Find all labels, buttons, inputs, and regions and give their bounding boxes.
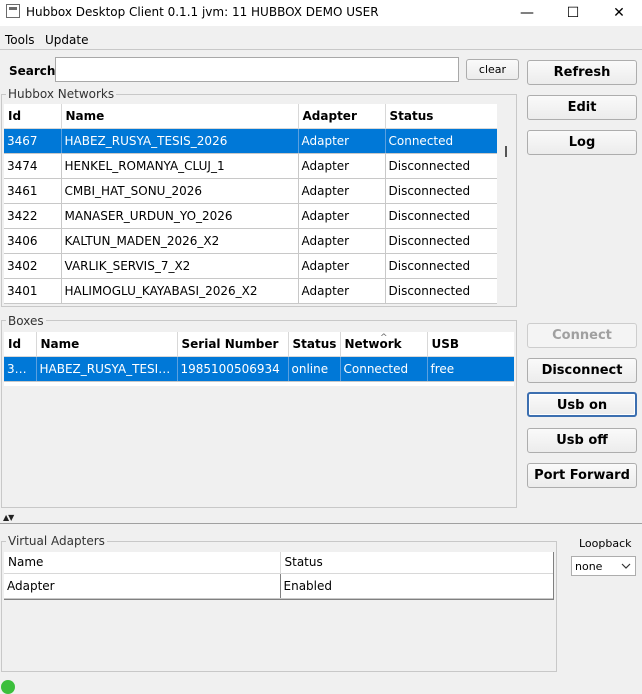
column-header-name[interactable]: Name <box>36 332 178 357</box>
column-header-id[interactable]: Id <box>4 104 62 129</box>
splitter-arrows-icon[interactable]: ▲▼ <box>3 513 14 522</box>
network-adapter: Adapter <box>298 178 386 204</box>
network-name: KALTUN_MADEN_2026_X2 <box>61 228 299 254</box>
network-adapter: Adapter <box>298 128 386 154</box>
loopback-selected-value: none <box>575 560 603 573</box>
network-name: HALIMOGLU_KAYABASI_2026_X2 <box>61 278 299 304</box>
network-id: 3406 <box>4 228 62 254</box>
column-header-status[interactable]: Status <box>280 552 553 574</box>
clear-button[interactable]: clear <box>466 59 519 80</box>
network-id: 3467 <box>4 128 62 154</box>
port-forward-button[interactable]: Port Forward <box>527 463 637 488</box>
network-status: Disconnected <box>385 253 497 279</box>
log-button[interactable]: Log <box>527 130 637 155</box>
menu-update[interactable]: Update <box>45 33 88 47</box>
network-status: Disconnected <box>385 228 497 254</box>
network-id: 3422 <box>4 203 62 229</box>
edit-button[interactable]: Edit <box>527 95 637 120</box>
virtual-adapters-group-title: Virtual Adapters <box>6 534 107 548</box>
boxes-group-title: Boxes <box>6 314 46 328</box>
menu-tools[interactable]: Tools <box>5 33 35 47</box>
network-adapter: Adapter <box>298 228 386 254</box>
table-row[interactable]: 3474 HENKEL_ROMANYA_CLUJ_1 Adapter Disco… <box>4 153 497 179</box>
app-icon <box>6 4 20 18</box>
virtual-adapters-table: Name Status Adapter Enabled <box>4 552 553 599</box>
loopback-select[interactable]: none <box>571 556 636 576</box>
network-status: Disconnected <box>385 178 497 204</box>
column-header-name[interactable]: Name <box>4 552 281 574</box>
refresh-button[interactable]: Refresh <box>527 60 637 85</box>
column-header-id[interactable]: Id <box>4 332 37 357</box>
column-header-adapter[interactable]: Adapter <box>298 104 386 129</box>
networks-table: Id Name Adapter Status 3467 HABEZ_RUSYA_… <box>4 104 497 304</box>
network-status: Disconnected <box>385 278 497 304</box>
table-row[interactable]: 3401 HALIMOGLU_KAYABASI_2026_X2 Adapter … <box>4 278 497 304</box>
column-header-name[interactable]: Name <box>61 104 299 129</box>
connection-status-icon <box>1 680 15 694</box>
table-row[interactable]: 3461 CMBI_HAT_SONU_2026 Adapter Disconne… <box>4 178 497 204</box>
network-name: VARLIK_SERVIS_7_X2 <box>61 253 299 279</box>
box-serial-number: 1985100506934 <box>177 356 289 382</box>
network-name: CMBI_HAT_SONU_2026 <box>61 178 299 204</box>
table-row[interactable]: Adapter Enabled <box>4 573 553 599</box>
virtual-adapters-table-viewport[interactable]: Name Status Adapter Enabled <box>4 552 554 600</box>
disconnect-button[interactable]: Disconnect <box>527 358 637 383</box>
adapter-status: Enabled <box>280 573 553 599</box>
table-row[interactable]: 3467 HABEZ_RUSYA_TESIS_2026 Adapter Conn… <box>4 128 497 154</box>
usb-on-button[interactable]: Usb on <box>527 392 637 417</box>
loopback-label: Loopback <box>579 537 632 550</box>
networks-group-title: Hubbox Networks <box>6 87 117 101</box>
network-id: 3402 <box>4 253 62 279</box>
box-name: HABEZ_RUSYA_TESIS_2026 <box>36 356 178 382</box>
column-header-status[interactable]: Status <box>288 332 341 357</box>
table-row[interactable]: 3406 KALTUN_MADEN_2026_X2 Adapter Discon… <box>4 228 497 254</box>
network-adapter: Adapter <box>298 278 386 304</box>
box-status: online <box>288 356 341 382</box>
network-status: Disconnected <box>385 153 497 179</box>
window-title: Hubbox Desktop Client 0.1.1 jvm: 11 HUBB… <box>26 5 379 19</box>
box-network: Connected <box>340 356 428 382</box>
column-header-status[interactable]: Status <box>385 104 497 129</box>
usb-off-button[interactable]: Usb off <box>527 428 637 453</box>
scrollbar-thumb[interactable] <box>505 146 507 157</box>
network-adapter: Adapter <box>298 253 386 279</box>
menu-bar: Tools Update <box>0 30 642 50</box>
adapter-name: Adapter <box>4 573 281 599</box>
network-name: HENKEL_ROMANYA_CLUJ_1 <box>61 153 299 179</box>
network-id: 3461 <box>4 178 62 204</box>
splitter-divider[interactable] <box>0 523 642 524</box>
network-name: HABEZ_RUSYA_TESIS_2026 <box>61 128 299 154</box>
column-header-serial-number[interactable]: Serial Number <box>177 332 289 357</box>
network-id: 3401 <box>4 278 62 304</box>
network-status: Disconnected <box>385 203 497 229</box>
box-usb: free <box>427 356 514 382</box>
boxes-table: Id Name Serial Number Status Network USB… <box>4 332 514 382</box>
maximize-icon[interactable]: ☐ <box>550 0 596 26</box>
search-input[interactable] <box>55 57 459 82</box>
box-id: 3234 <box>4 356 37 382</box>
column-header-usb[interactable]: USB <box>427 332 514 357</box>
network-id: 3474 <box>4 153 62 179</box>
table-row[interactable]: 3234 HABEZ_RUSYA_TESIS_2026 198510050693… <box>4 356 514 382</box>
table-row[interactable]: 3402 VARLIK_SERVIS_7_X2 Adapter Disconne… <box>4 253 497 279</box>
chevron-down-icon <box>621 563 631 569</box>
network-status: Connected <box>385 128 497 154</box>
minimize-icon[interactable]: — <box>504 0 550 26</box>
table-row[interactable]: 3422 MANASER_URDUN_YO_2026 Adapter Disco… <box>4 203 497 229</box>
boxes-table-viewport[interactable]: Id Name Serial Number Status Network USB… <box>4 332 514 386</box>
network-name: MANASER_URDUN_YO_2026 <box>61 203 299 229</box>
networks-table-viewport[interactable]: Id Name Adapter Status 3467 HABEZ_RUSYA_… <box>4 104 497 304</box>
title-bar: Hubbox Desktop Client 0.1.1 jvm: 11 HUBB… <box>0 0 642 26</box>
network-adapter: Adapter <box>298 203 386 229</box>
sort-ascending-icon: ^ <box>380 333 388 343</box>
connect-button[interactable]: Connect <box>527 323 637 348</box>
close-icon[interactable]: ✕ <box>596 0 642 26</box>
network-adapter: Adapter <box>298 153 386 179</box>
search-label: Search <box>9 64 56 78</box>
